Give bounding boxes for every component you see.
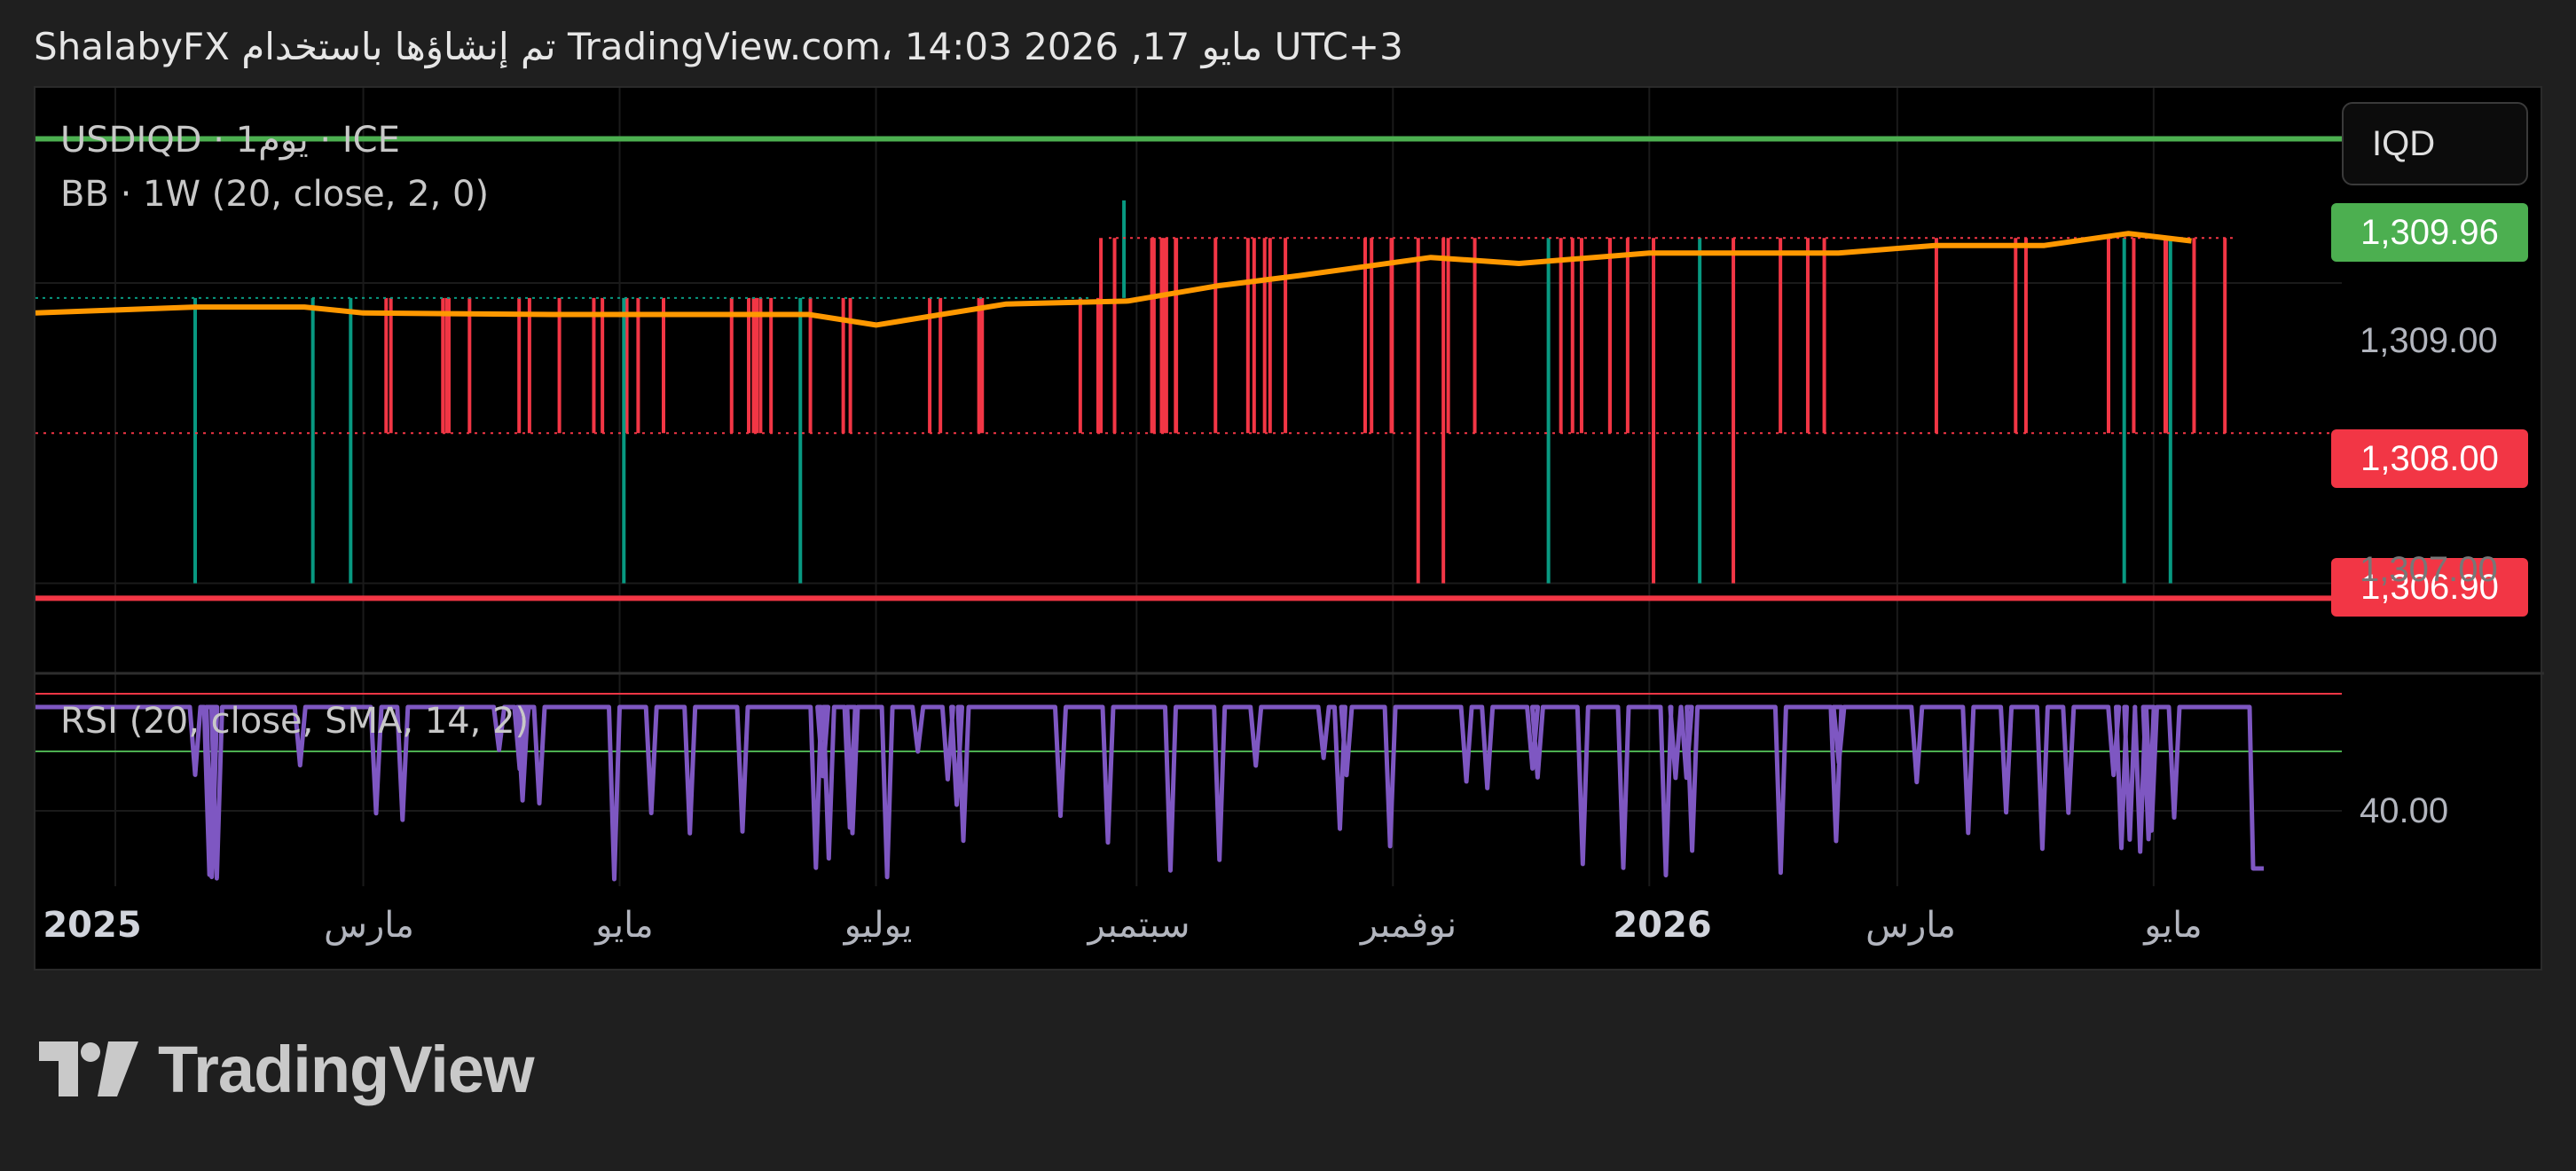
candles-layer	[193, 200, 2227, 584]
legend-symbol[interactable]: USDIQD · 1يوم · ICE	[60, 120, 400, 161]
price-axis-label: 1,307.00	[2360, 550, 2498, 589]
currency-button[interactable]: IQD	[2342, 102, 2528, 185]
price-axis-label: 1,309.00	[2360, 321, 2498, 360]
x-tick-label: نوفمبر	[1360, 905, 1457, 946]
brand-name: TradingView	[158, 1032, 535, 1106]
tradingview-brand[interactable]: TradingView	[39, 1032, 535, 1106]
chart-frame[interactable]	[34, 86, 2544, 972]
rsi-axis-label: 40.00	[2360, 791, 2449, 830]
x-tick-label: يوليو	[844, 905, 913, 946]
legend-bollinger[interactable]: BB · 1W (20, close, 2, 0)	[60, 174, 489, 215]
x-tick-label: 2026	[1613, 905, 1712, 946]
x-tick-label: مايو	[2144, 905, 2203, 946]
x-tick-label: سبتمبر	[1088, 905, 1190, 946]
chart-caption: ShalabyFX تم إنشاؤها باستخدام TradingVie…	[34, 25, 1403, 68]
legend-rsi[interactable]: RSI (20, close, SMA, 14, 2)	[60, 701, 529, 742]
x-tick-label: مارس	[324, 905, 414, 946]
last-price-tag: 1,308.00	[2331, 429, 2528, 488]
chart-svg[interactable]	[35, 88, 2544, 972]
tradingview-logo-icon	[39, 1041, 138, 1096]
x-tick-label: مايو	[595, 905, 654, 946]
x-tick-label: مارس	[1865, 905, 1956, 946]
upper-band-price-tag: 1,309.96	[2331, 203, 2528, 262]
x-tick-label: 2025	[43, 905, 142, 946]
